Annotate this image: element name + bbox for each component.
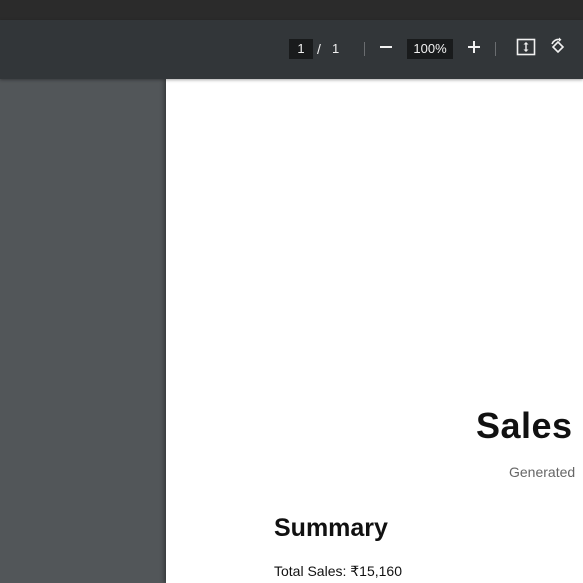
page-number-input[interactable]: 1 xyxy=(289,39,313,59)
fit-to-page-button[interactable] xyxy=(515,38,537,60)
document-subtitle: Generated xyxy=(509,464,576,480)
plus-icon xyxy=(467,40,481,59)
fit-to-page-icon xyxy=(516,38,536,61)
page-total: 1 xyxy=(332,41,340,56)
zoom-level-input[interactable]: 100% xyxy=(407,39,453,59)
zoom-in-button[interactable] xyxy=(463,38,485,60)
total-sales-line: Total Sales: ₹15,160 xyxy=(274,563,402,579)
pdf-toolbar: 1 / 1 100% xyxy=(0,20,583,79)
zoom-out-button[interactable] xyxy=(375,38,397,60)
rotate-icon xyxy=(548,37,568,62)
minus-icon xyxy=(379,40,393,59)
toolbar-divider xyxy=(364,42,365,56)
summary-heading: Summary xyxy=(274,514,388,542)
pdf-page: Sales I Generated Summary Total Sales: ₹… xyxy=(166,79,583,583)
toolbar-divider xyxy=(495,42,496,56)
window-top-strip xyxy=(0,0,583,20)
document-title: Sales I xyxy=(476,405,583,446)
rotate-button[interactable] xyxy=(547,37,569,62)
page-separator: / xyxy=(317,41,321,57)
